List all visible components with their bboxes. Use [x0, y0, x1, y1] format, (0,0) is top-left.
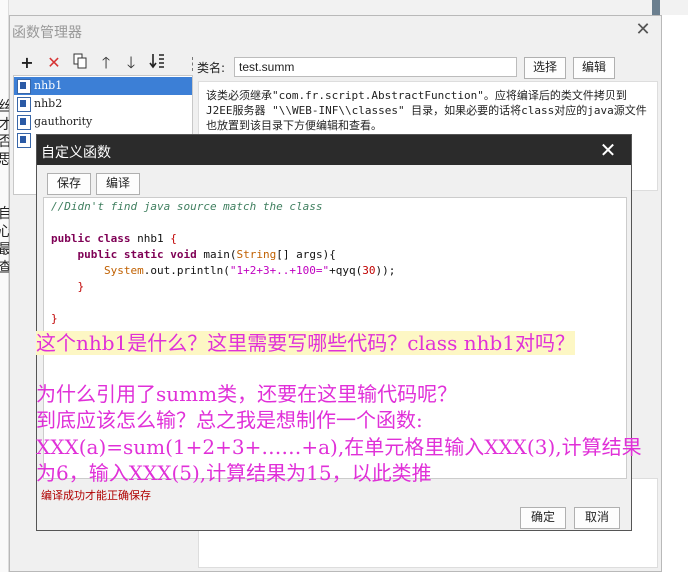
class-name-label: 类名: — [197, 61, 226, 75]
question-line: 到底应该怎么输？总之我是想制作一个函数: — [36, 408, 423, 432]
arrow-up-icon[interactable]: 🡑 — [96, 53, 116, 73]
list-item-label: nhb2 — [34, 97, 63, 110]
code-line: public class nhb1 { — [51, 232, 177, 245]
dialog-title-bar: 自定义函数 ✕ — [37, 135, 631, 165]
class-file-icon — [17, 97, 31, 112]
plus-icon[interactable]: + — [17, 53, 37, 73]
list-item-nhb2[interactable]: nhb2 — [14, 95, 192, 113]
copy-icon[interactable] — [70, 53, 90, 73]
edit-button[interactable]: 编辑 — [573, 57, 615, 79]
background-top-bar — [0, 0, 688, 15]
question-line: 这个nhb1是什么？这里需要写哪些代码？class nhb1对吗？ — [36, 331, 575, 355]
select-button[interactable]: 选择 — [524, 57, 566, 79]
toolbar-separator — [192, 57, 193, 71]
code-line: } — [77, 280, 85, 293]
cancel-button[interactable]: 取消 — [574, 507, 620, 529]
code-line: public static void main(String[] args){ — [77, 248, 336, 261]
save-button[interactable]: 保存 — [47, 173, 91, 195]
status-text: 编译成功才能正确保存 — [41, 489, 151, 502]
question-line: XXX(a)=sum(1+2+3+……+a),在单元格里输入XXX(3),计算结… — [36, 435, 642, 459]
code-line: //Didn't find java source match the clas… — [51, 200, 323, 213]
compile-button[interactable]: 编译 — [96, 173, 140, 195]
class-name-input[interactable]: test.summ — [234, 57, 517, 77]
class-file-icon — [17, 133, 31, 148]
list-item-label: gauthority — [34, 115, 93, 128]
list-item-nhb1[interactable]: nhb1 — [14, 77, 192, 95]
code-line: System.out.println("1+2+3+..+100="+qyq(3… — [103, 264, 396, 277]
code-line: } — [51, 312, 58, 325]
x-icon[interactable]: ✕ — [44, 53, 64, 73]
ok-button[interactable]: 确定 — [520, 507, 566, 529]
list-item-label: nhb1 — [34, 79, 63, 92]
class-file-icon — [17, 79, 31, 94]
close-icon[interactable]: ✕ — [633, 20, 653, 40]
background-window: 丝 才 否 思 自 心 最 查 — [0, 0, 12, 572]
dialog-title: 函数管理器 — [12, 25, 82, 41]
class-file-icon — [17, 115, 31, 130]
list-item-gauthority[interactable]: gauthority — [14, 113, 192, 131]
question-line: 为6，输入XXX(5),计算结果为15，以此类推 — [36, 461, 432, 485]
question-line: 为什么引用了summ类，还要在这里输代码呢？ — [36, 382, 458, 406]
arrow-down-icon[interactable]: 🡓 — [121, 53, 141, 73]
close-icon[interactable]: ✕ — [596, 138, 620, 162]
sort-icon[interactable] — [147, 53, 167, 73]
dialog-title: 自定义函数 — [41, 145, 111, 161]
